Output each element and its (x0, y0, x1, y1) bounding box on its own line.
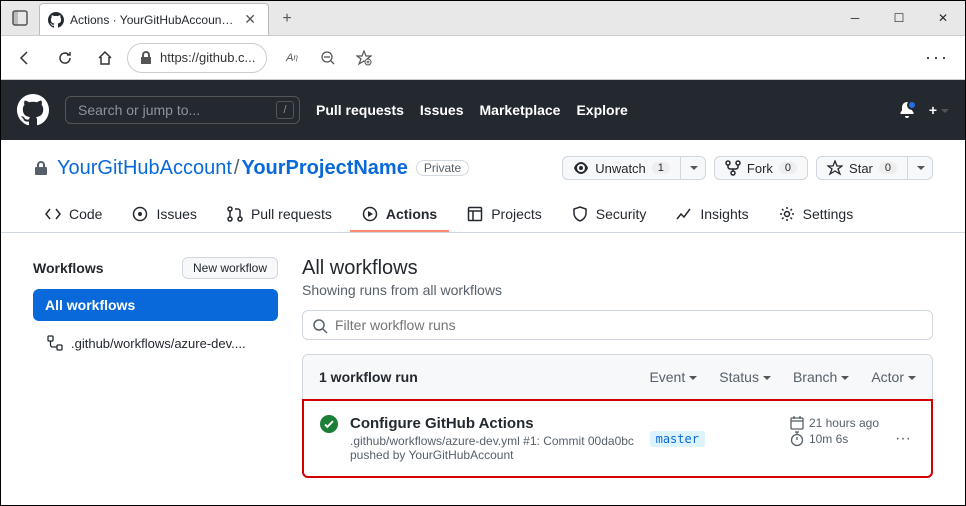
back-button[interactable] (7, 41, 43, 75)
fork-button[interactable]: Fork 0 (714, 156, 808, 180)
refresh-button[interactable] (47, 41, 83, 75)
run-menu-icon[interactable]: ··· (891, 430, 915, 448)
repo-title: YourGitHubAccount/YourProjectName (57, 157, 408, 180)
new-tab-button[interactable]: + (273, 5, 301, 33)
main-content: All workflows Showing runs from all work… (302, 257, 933, 478)
sidebar-all-workflows[interactable]: All workflows (33, 289, 278, 321)
browser-menu-icon[interactable]: ··· (925, 47, 959, 68)
repo-owner-link[interactable]: YourGitHubAccount (57, 157, 232, 179)
tab-title: Actions · YourGitHubAccount/Yo (70, 13, 234, 27)
project-icon (467, 206, 483, 222)
lock-icon (33, 160, 49, 176)
repo-nav: Code Issues Pull requests Actions Projec… (1, 198, 965, 233)
runs-list: 1 workflow run Event Status Branch Actor… (302, 354, 933, 478)
tab-insights[interactable]: Insights (664, 198, 760, 232)
github-favicon (48, 12, 64, 28)
gear-icon (779, 206, 795, 222)
workflows-sidebar: Workflows New workflow All workflows .gi… (33, 257, 278, 478)
nav-issues[interactable]: Issues (420, 102, 464, 118)
text-size-icon[interactable]: Aη (275, 43, 309, 73)
graph-icon (676, 206, 692, 222)
zoom-icon[interactable] (311, 43, 345, 73)
filter-input[interactable] (302, 310, 933, 340)
tab-projects[interactable]: Projects (455, 198, 554, 232)
sidebar-title: Workflows (33, 260, 104, 276)
filter-event[interactable]: Event (649, 369, 697, 385)
tab-pull-requests[interactable]: Pull requests (215, 198, 344, 232)
run-title[interactable]: Configure GitHub Actions (350, 415, 634, 432)
repo-header: YourGitHubAccount/YourProjectName Privat… (1, 140, 965, 180)
success-icon (320, 415, 338, 433)
calendar-icon (789, 415, 805, 431)
home-button[interactable] (87, 41, 123, 75)
star-dropdown[interactable] (908, 156, 933, 180)
search-slash-hint: / (276, 101, 294, 119)
github-logo-icon[interactable] (17, 94, 49, 126)
run-count: 1 workflow run (319, 369, 418, 385)
filter-branch[interactable]: Branch (793, 369, 849, 385)
pull-request-icon (227, 206, 243, 222)
filter-box (302, 310, 933, 340)
visibility-badge: Private (416, 160, 469, 176)
notifications-icon[interactable] (899, 102, 915, 118)
tab-issues[interactable]: Issues (120, 198, 208, 232)
tab-actions[interactable]: Actions (350, 198, 449, 232)
run-meta: 21 hours ago 10m 6s (789, 415, 879, 447)
stopwatch-icon (789, 431, 805, 447)
nav-pull-requests[interactable]: Pull requests (316, 102, 404, 118)
browser-tab-bar: Actions · YourGitHubAccount/Yo ✕ + ─ ☐ ✕ (1, 1, 965, 36)
star-button[interactable]: Star 0 (816, 156, 908, 180)
shield-icon (572, 206, 588, 222)
window-minimize-icon[interactable]: ─ (833, 0, 877, 35)
workflow-run-row[interactable]: Configure GitHub Actions .github/workflo… (302, 399, 933, 478)
branch-tag[interactable]: master (650, 431, 705, 447)
star-icon (827, 160, 843, 176)
create-new-dropdown[interactable]: + (929, 102, 949, 118)
eye-icon (573, 160, 589, 176)
fork-icon (725, 160, 741, 176)
window-close-icon[interactable]: ✕ (921, 0, 965, 35)
page-subheading: Showing runs from all workflows (302, 282, 933, 298)
unwatch-button[interactable]: Unwatch 1 (562, 156, 681, 180)
url-text: https://github.c... (160, 50, 255, 65)
filter-actor[interactable]: Actor (871, 369, 916, 385)
github-search[interactable]: / (65, 96, 300, 124)
notification-dot (907, 100, 917, 110)
lock-icon (138, 50, 154, 66)
workflow-icon (47, 335, 63, 351)
runs-list-header: 1 workflow run Event Status Branch Actor (303, 355, 932, 400)
tab-code[interactable]: Code (33, 198, 114, 232)
browser-toolbar: https://github.c... Aη ··· (1, 36, 965, 80)
github-header: / Pull requests Issues Marketplace Explo… (1, 80, 965, 140)
nav-explore[interactable]: Explore (576, 102, 627, 118)
favorite-icon[interactable] (347, 43, 381, 73)
filter-status[interactable]: Status (719, 369, 771, 385)
address-bar[interactable]: https://github.c... (127, 43, 267, 73)
page-heading: All workflows (302, 257, 933, 280)
code-icon (45, 206, 61, 222)
tab-security[interactable]: Security (560, 198, 659, 232)
nav-marketplace[interactable]: Marketplace (480, 102, 561, 118)
page-body: Workflows New workflow All workflows .gi… (1, 233, 965, 502)
run-info: Configure GitHub Actions .github/workflo… (350, 415, 634, 462)
tab-close-icon[interactable]: ✕ (240, 11, 260, 28)
new-workflow-button[interactable]: New workflow (182, 257, 278, 279)
tab-overview-icon[interactable] (1, 0, 39, 35)
play-icon (362, 206, 378, 222)
issue-icon (132, 206, 148, 222)
tab-settings[interactable]: Settings (767, 198, 866, 232)
browser-tab[interactable]: Actions · YourGitHubAccount/Yo ✕ (39, 3, 269, 35)
repo-name-link[interactable]: YourProjectName (241, 157, 407, 179)
sidebar-workflow-item[interactable]: .github/workflows/azure-dev.... (33, 327, 278, 359)
unwatch-dropdown[interactable] (681, 156, 706, 180)
search-input[interactable] (65, 96, 300, 124)
window-maximize-icon[interactable]: ☐ (877, 0, 921, 35)
search-icon (312, 318, 328, 334)
